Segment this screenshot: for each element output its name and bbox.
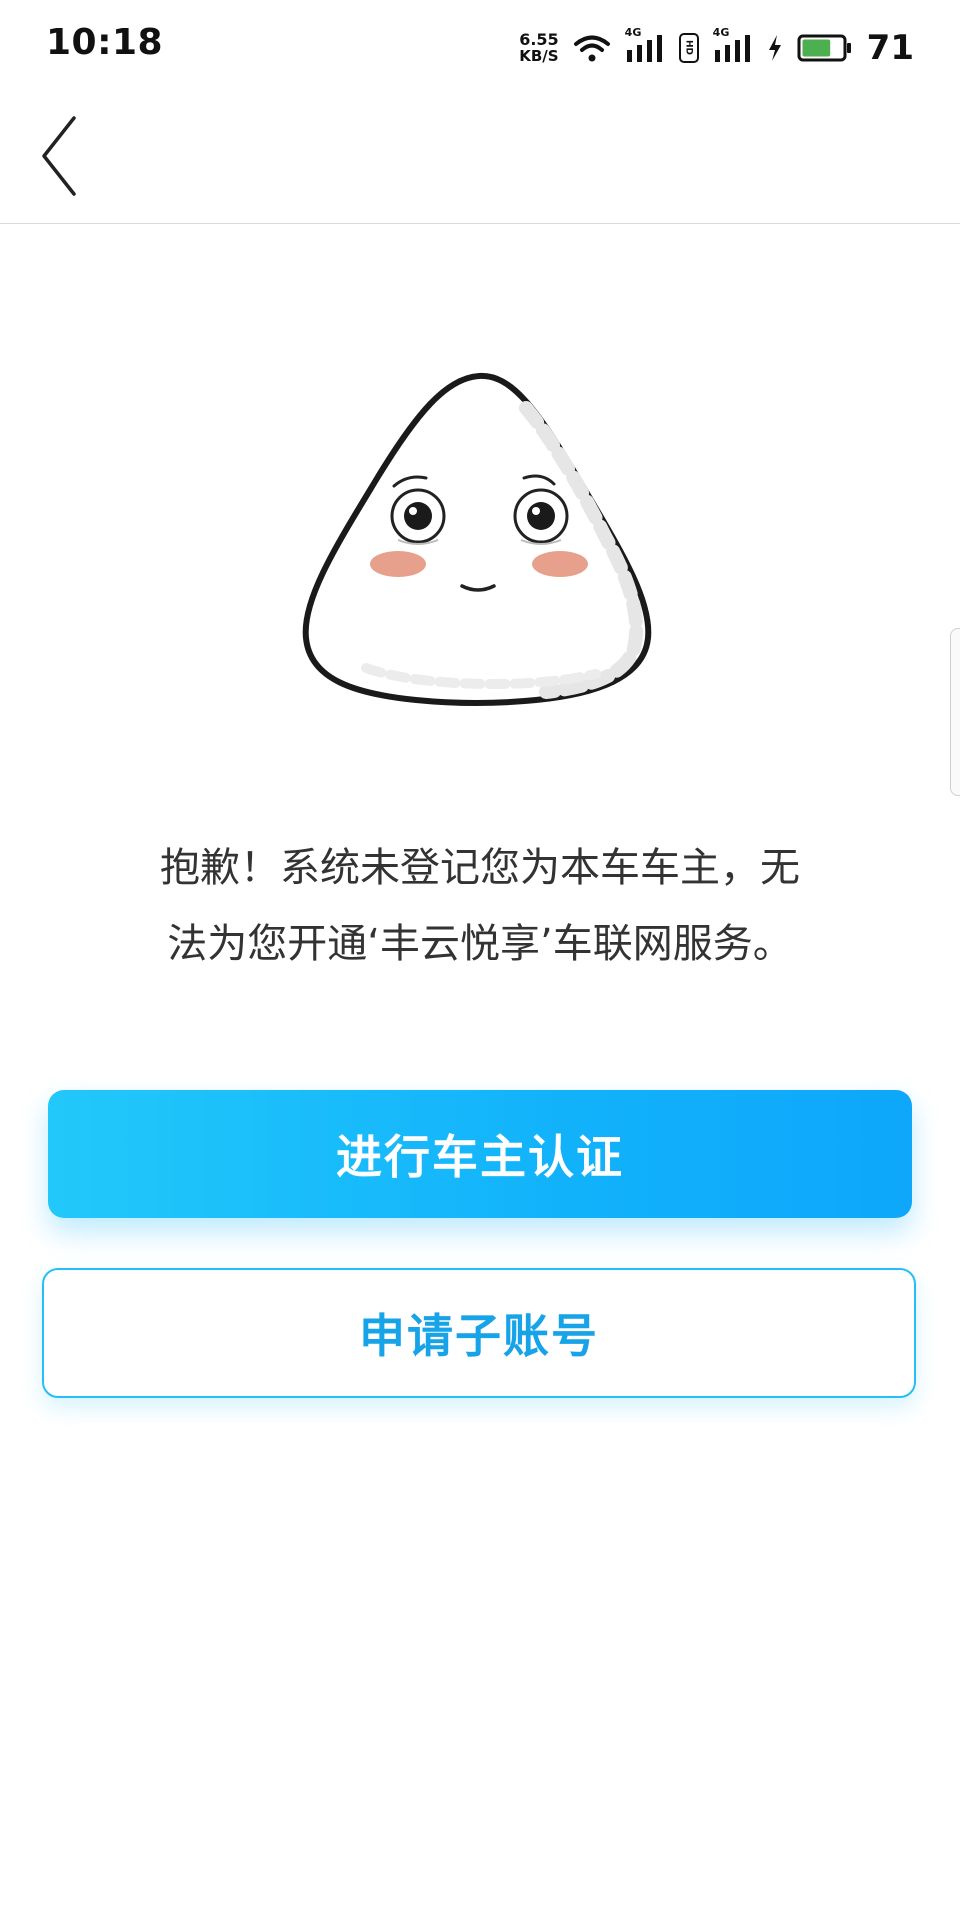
chevron-left-icon <box>42 116 76 196</box>
charging-icon <box>768 35 781 61</box>
back-button[interactable] <box>36 114 88 198</box>
navigation-bar <box>0 96 960 224</box>
rice-ball-mascot-icon <box>302 372 652 706</box>
signal-type-label: 4G <box>624 26 642 39</box>
side-drawer-handle[interactable] <box>950 628 960 796</box>
error-message: 抱歉！系统未登记您为本车车主，无 法为您开通‘丰云悦享’车联网服务。 <box>90 830 870 982</box>
signal-type-label-2: 4G <box>712 26 730 39</box>
wifi-icon <box>573 35 610 62</box>
hd-label: HD <box>683 40 694 56</box>
battery-percent: 71 <box>866 28 914 68</box>
hd-icon: HD <box>678 33 699 63</box>
network-speed-unit: KB/S <box>519 47 559 65</box>
status-bar: 10:18 6.55 KB/S 4G HD 4G 71 <box>0 0 960 96</box>
battery-fill <box>802 39 830 57</box>
network-speed: 6.55 KB/S <box>519 30 559 65</box>
signal-strength-icon: 4G <box>625 26 665 64</box>
owner-verification-button[interactable]: 进行车主认证 <box>48 1090 912 1218</box>
status-icons: 6.55 KB/S 4G HD 4G 71 <box>519 26 914 68</box>
error-message-line-1: 抱歉！系统未登记您为本车车主，无 <box>160 845 800 891</box>
battery-icon <box>797 34 851 62</box>
status-time: 10:18 <box>46 22 164 63</box>
apply-sub-account-button[interactable]: 申请子账号 <box>42 1268 916 1398</box>
signal-strength-icon-2: 4G <box>713 26 753 64</box>
error-message-line-2: 法为您开通‘丰云悦享’车联网服务。 <box>167 921 793 967</box>
network-speed-value: 6.55 <box>519 30 559 49</box>
